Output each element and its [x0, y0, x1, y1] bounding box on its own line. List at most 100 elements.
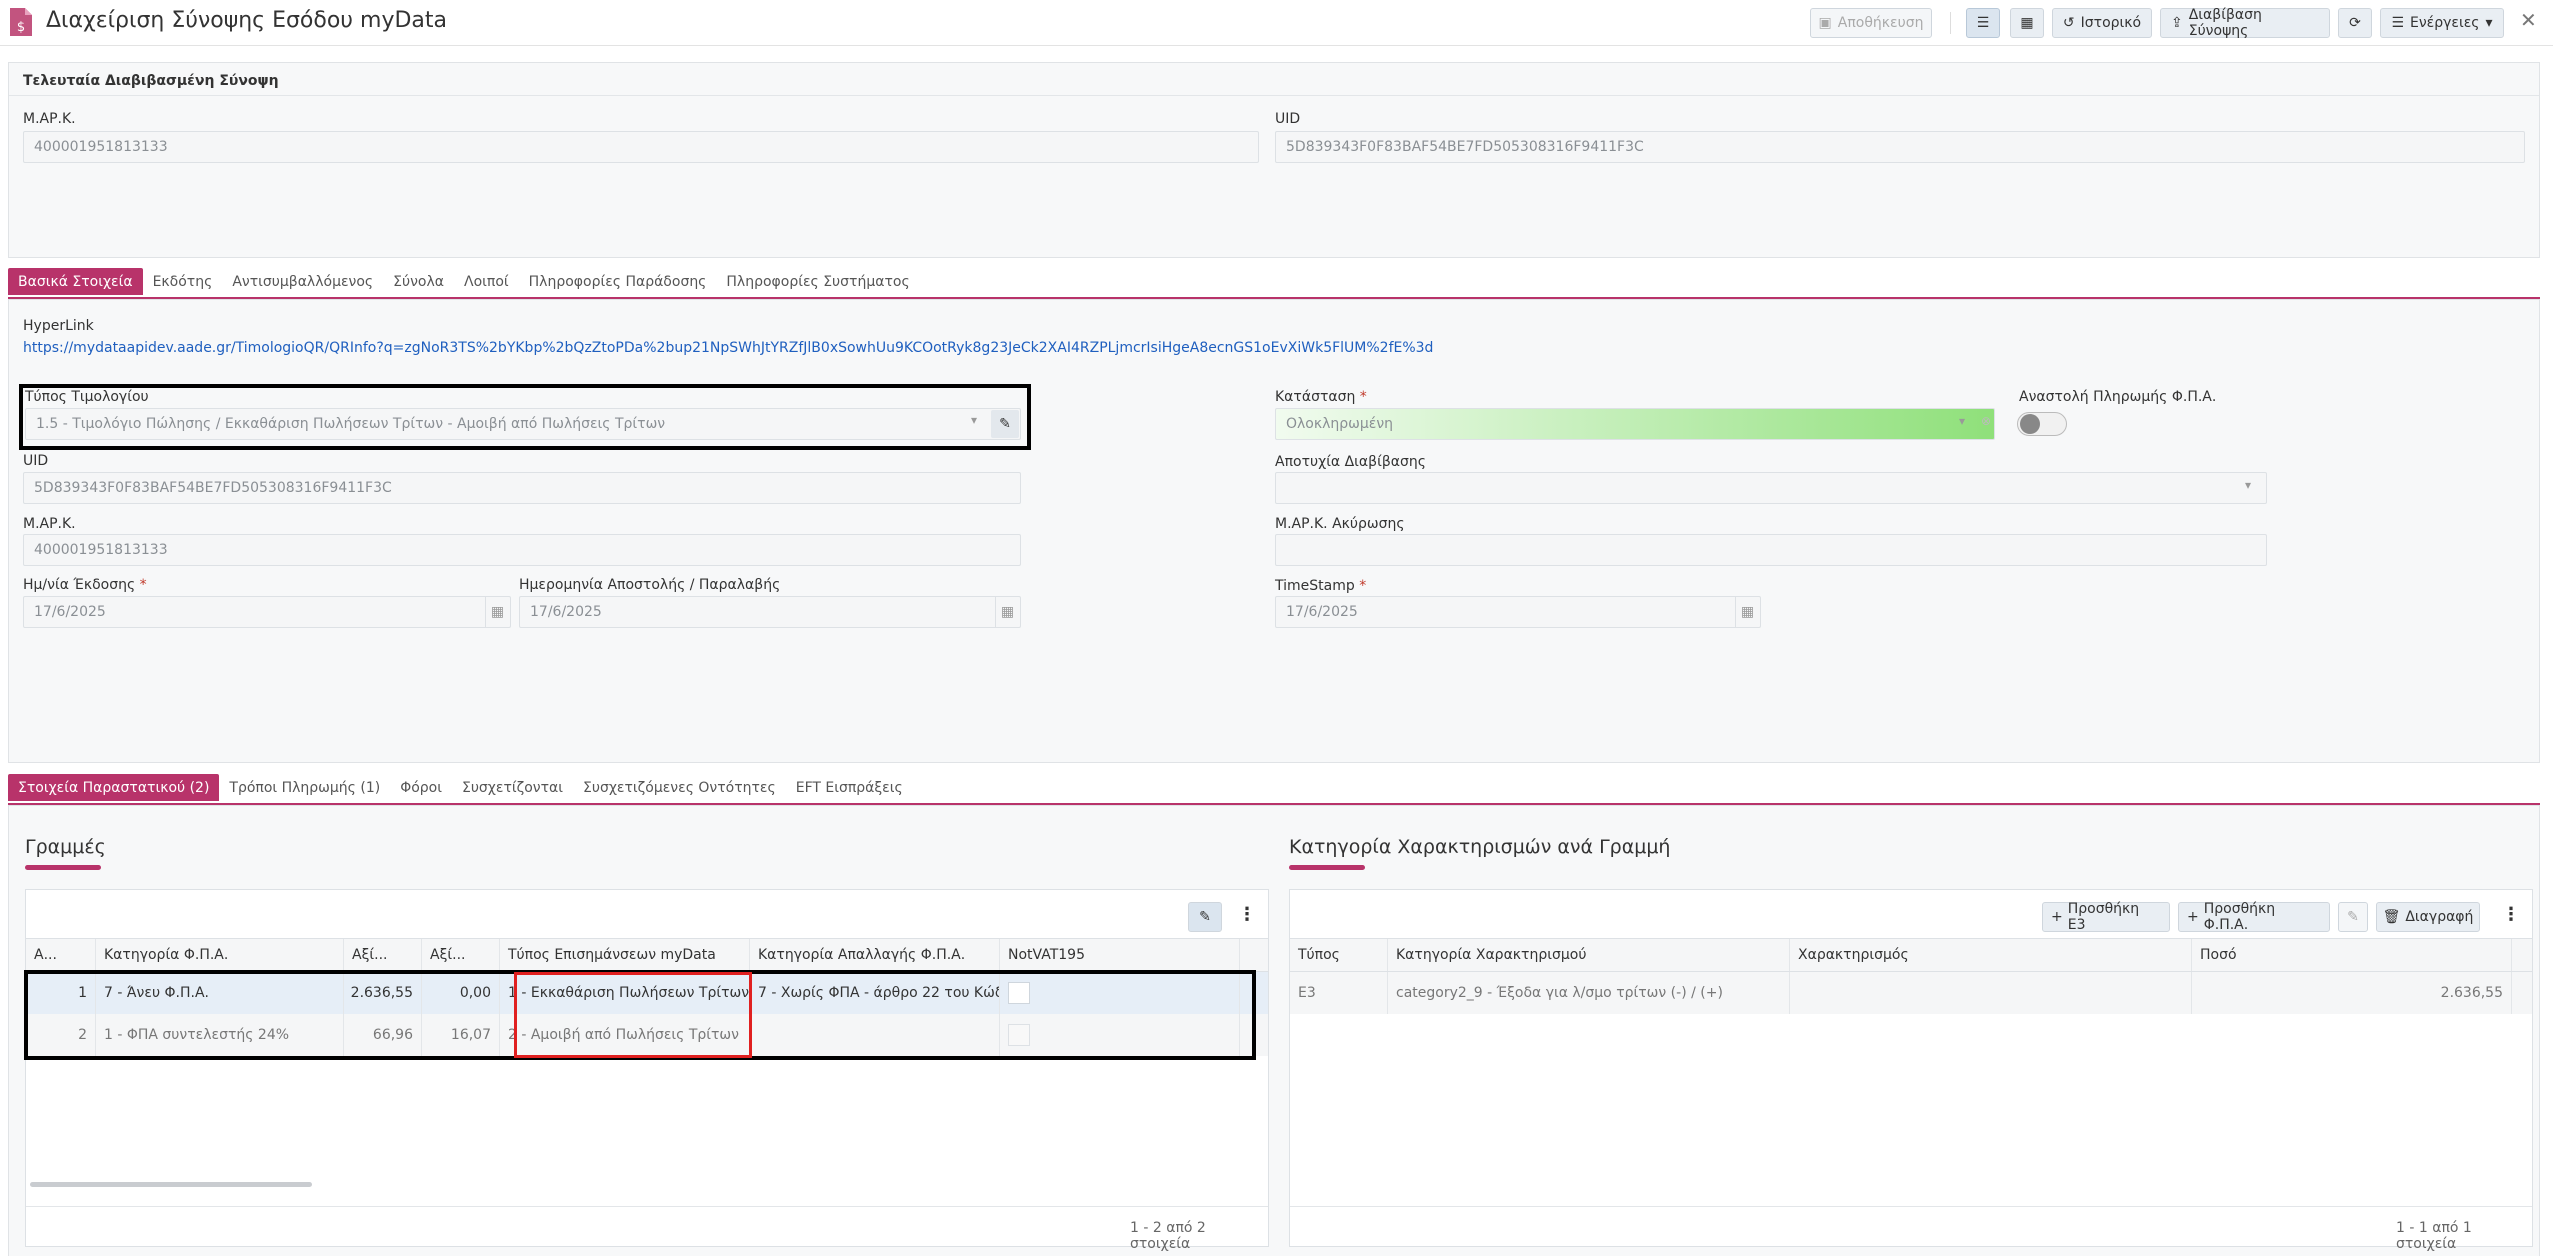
read-summary-button[interactable]: ⇪ Διαβίβαση Σύνοψης: [2160, 7, 2330, 39]
col-vat-exemption[interactable]: Κατηγορία Απαλλαγής Φ.Π.Α.: [750, 939, 1000, 971]
col-notvat195[interactable]: NotVAT195: [1000, 939, 1240, 971]
col-vat-category[interactable]: Κατηγορία Φ.Π.Α.: [96, 939, 344, 971]
invoice-type-label: Τύπος Τιμολογίου: [25, 389, 149, 405]
page-title: Διαχείριση Σύνοψης Εσόδου myData: [46, 8, 447, 33]
add-e3-button[interactable]: + Προσθήκη Ε3: [2042, 901, 2170, 933]
tab-basic[interactable]: Βασικά Στοιχεία: [8, 268, 143, 295]
transmission-failure-select[interactable]: [1275, 472, 2267, 504]
lines-footer-count: 1 - 2 από 2 στοιχεία: [1130, 1220, 1206, 1252]
plus-icon: +: [2051, 909, 2063, 925]
last-uid-label: UID: [1275, 111, 1301, 127]
timestamp-calendar-icon[interactable]: ▦: [1735, 597, 1759, 627]
edit-lines-button[interactable]: ✎: [1188, 902, 1222, 932]
lines-more-icon[interactable]: ⋮: [1238, 904, 1256, 925]
status-clear-icon[interactable]: ⊗: [1981, 414, 1991, 428]
tab-related[interactable]: Συσχετίζονται: [452, 774, 573, 801]
col-mark-type[interactable]: Τύπος Επισημάνσεων myData: [500, 939, 750, 971]
refresh-button[interactable]: ⟳: [2338, 8, 2372, 38]
edit-invoice-type-icon[interactable]: ✎: [991, 410, 1019, 438]
title-bar: $ Διαχείριση Σύνοψης Εσόδου myData ▣ Αποθ…: [0, 0, 2553, 46]
lower-tabs: Στοιχεία Παραστατικού (2) Τρόποι Πληρωμή…: [8, 774, 913, 801]
chevron-down-icon[interactable]: ▾: [971, 413, 977, 427]
save-button[interactable]: ▣ Αποθήκευση: [1810, 8, 1932, 38]
tab-related-entities[interactable]: Συσχετιζόμενες Οντότητες: [573, 774, 786, 801]
mark-field[interactable]: 400001951813133: [23, 534, 1021, 566]
basic-panel: HyperLink https://mydataapidev.aade.gr/T…: [8, 299, 2540, 763]
grid-view-icon: ▦: [2020, 15, 2034, 31]
tab-counterpart[interactable]: Αντισυμβαλλόμενος: [222, 268, 383, 295]
uid-field[interactable]: 5D839343F0F83BAF54BE7FD505308316F9411F3C: [23, 472, 1021, 504]
tab-totals[interactable]: Σύνολα: [383, 268, 454, 295]
add-vat-button[interactable]: + Προσθήκη Φ.Π.Α.: [2178, 901, 2330, 933]
status-select[interactable]: Ολοκληρωμένη: [1275, 408, 1995, 440]
lower-panel: Γραμμές ✎ ⋮ Α... Κατηγορία Φ.Π.Α. Αξί...…: [8, 805, 2540, 1256]
horizontal-scrollbar[interactable]: [30, 1182, 312, 1187]
col-characterization[interactable]: Χαρακτηρισμός: [1790, 939, 2192, 971]
col-value-1[interactable]: Αξί...: [344, 939, 422, 971]
panel-divider: [9, 95, 2539, 96]
status-label: Κατάσταση *: [1275, 389, 1367, 405]
history-button[interactable]: ↺ Ιστορικό: [2052, 8, 2152, 38]
col-type[interactable]: Τύπος: [1290, 939, 1388, 971]
hyperlink-label: HyperLink: [23, 318, 94, 334]
col-amount[interactable]: Ποσό: [2192, 939, 2512, 971]
cancel-mark-field[interactable]: [1275, 534, 2267, 566]
last-summary-title: Τελευταία Διαβιβασμένη Σύνοψη: [23, 73, 279, 89]
issue-date-field[interactable]: 17/6/2025: [23, 596, 511, 628]
tab-other[interactable]: Λοιποί: [454, 268, 519, 295]
lines-header-row: Α... Κατηγορία Φ.Π.Α. Αξί... Αξί... Τύπο…: [26, 938, 1268, 972]
tab-document-items[interactable]: Στοιχεία Παραστατικού (2): [8, 774, 220, 801]
grid-footer-divider: [1290, 1206, 2532, 1207]
characterization-footer-count: 1 - 1 από 1 στοιχεία: [2396, 1220, 2472, 1252]
dispatch-date-field[interactable]: 17/6/2025: [519, 596, 1021, 628]
characterization-grid: + Προσθήκη Ε3 + Προσθήκη Φ.Π.Α. ✎ 🗑 Διαγραφ…: [1289, 889, 2533, 1252]
tab-eft[interactable]: EFT Εισπράξεις: [786, 774, 913, 801]
actions-menu-button[interactable]: ☰ Ενέργειες ▾: [2380, 8, 2504, 38]
list-view-button[interactable]: ☰: [1966, 8, 2000, 38]
close-icon[interactable]: ✕: [2520, 8, 2537, 32]
caret-down-icon: ▾: [2485, 15, 2493, 31]
menu-icon: ☰: [2391, 15, 2405, 31]
timestamp-label: TimeStamp *: [1275, 578, 1367, 594]
table-row[interactable]: E3 category2_9 - Έξοδα για λ/σμο τρίτων …: [1290, 972, 2532, 1014]
dispatch-date-label: Ημερομηνία Αποστολής / Παραλαβής: [519, 577, 781, 593]
dispatch-date-calendar-icon[interactable]: ▦: [995, 597, 1019, 627]
list-view-icon: ☰: [1976, 15, 1990, 31]
failure-chevron-down-icon[interactable]: ▾: [2245, 478, 2251, 492]
history-icon: ↺: [2062, 15, 2075, 31]
document-money-icon: $: [10, 8, 32, 36]
issue-date-calendar-icon[interactable]: ▦: [485, 597, 509, 627]
grid-view-button[interactable]: ▦: [2010, 8, 2044, 38]
characterization-title-underline: [1289, 865, 1365, 870]
cancel-mark-label: Μ.ΑΡ.Κ. Ακύρωσης: [1275, 516, 1405, 532]
col-index[interactable]: Α...: [26, 939, 96, 971]
mark-label: Μ.ΑΡ.Κ.: [23, 516, 76, 532]
characterization-header-row: Τύπος Κατηγορία Χαρακτηρισμού Χαρακτηρισ…: [1290, 938, 2532, 972]
pencil-icon: ✎: [2347, 909, 2359, 925]
uid-label: UID: [23, 453, 49, 469]
vat-suspension-label: Αναστολή Πληρωμής Φ.Π.Α.: [2019, 389, 2217, 405]
lines-title-underline: [25, 865, 101, 870]
delete-button[interactable]: 🗑 Διαγραφή: [2376, 902, 2480, 932]
hyperlink-link[interactable]: https://mydataapidev.aade.gr/TimologioQR…: [23, 340, 1433, 356]
characterization-more-icon[interactable]: ⋮: [2502, 904, 2520, 925]
col-value-2[interactable]: Αξί...: [422, 939, 500, 971]
tab-payment-methods[interactable]: Τρόποι Πληρωμής (1): [219, 774, 390, 801]
timestamp-field[interactable]: 17/6/2025: [1275, 596, 1761, 628]
last-summary-panel: Τελευταία Διαβιβασμένη Σύνοψη Μ.ΑΡ.Κ. 40…: [8, 62, 2540, 258]
transmission-failure-label: Αποτυχία Διαβίβασης: [1275, 454, 1426, 470]
tab-delivery[interactable]: Πληροφορίες Παράδοσης: [519, 268, 717, 295]
tab-issuer[interactable]: Εκδότης: [143, 268, 223, 295]
status-chevron-down-icon[interactable]: ▾: [1959, 414, 1965, 428]
svg-text:$: $: [17, 20, 25, 35]
edit-characterization-button[interactable]: ✎: [2338, 902, 2368, 932]
last-mark-field[interactable]: 400001951813133: [23, 131, 1259, 163]
invoice-type-select[interactable]: 1.5 - Τιμολόγιο Πώλησης / Εκκαθάριση Πωλ…: [25, 408, 1021, 440]
vat-suspension-toggle[interactable]: [2017, 412, 2067, 436]
last-uid-field[interactable]: 5D839343F0F83BAF54BE7FD505308316F9411F3C: [1275, 131, 2525, 163]
tab-taxes[interactable]: Φόροι: [390, 774, 452, 801]
tab-system[interactable]: Πληροφορίες Συστήματος: [716, 268, 919, 295]
col-char-category[interactable]: Κατηγορία Χαρακτηρισμού: [1388, 939, 1790, 971]
toggle-knob: [2020, 414, 2040, 434]
lines-title: Γραμμές: [25, 836, 106, 858]
